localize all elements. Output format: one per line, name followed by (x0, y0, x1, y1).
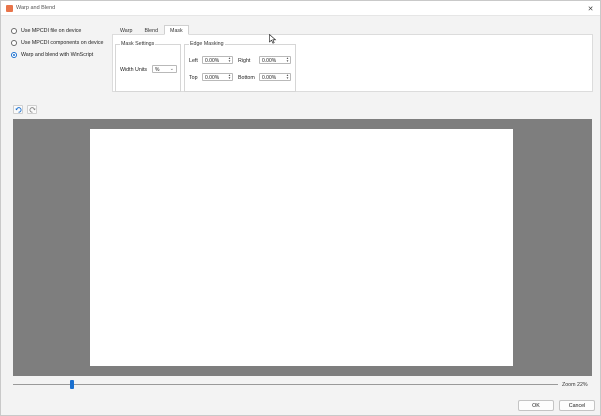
spin-arrows-icon[interactable]: ▲ ▼ (227, 74, 232, 80)
bottom-label: Bottom (238, 75, 255, 81)
ok-button[interactable]: OK (518, 400, 554, 411)
radio-button[interactable] (11, 40, 17, 46)
right-label: Right (238, 58, 251, 64)
width-units-value: % (155, 67, 160, 73)
cancel-button[interactable]: Cancel (559, 400, 595, 411)
spin-arrows-icon[interactable]: ▲ ▼ (227, 57, 232, 63)
spin-arrows-icon[interactable]: ▲ ▼ (285, 57, 290, 63)
app-icon (6, 5, 13, 12)
width-units-select[interactable]: % ⌄ (152, 65, 177, 73)
zoom-slider-thumb[interactable] (70, 380, 74, 389)
radio-button-selected[interactable] (11, 52, 17, 58)
redo-button[interactable] (27, 105, 37, 114)
radio-mpcdi-file[interactable]: Use MPCDI file on device (11, 28, 81, 34)
group-title: Mask Settings (120, 41, 156, 47)
radio-label: Warp and blend with WinScript (21, 52, 94, 58)
top-spinbox[interactable]: 0.00% ▲ ▼ (202, 73, 233, 81)
mouse-cursor-icon (269, 34, 277, 44)
left-value: 0.00% (205, 58, 220, 64)
left-spinbox[interactable]: 0.00% ▲ ▼ (202, 56, 233, 64)
redo-icon (28, 106, 36, 113)
radio-button[interactable] (11, 28, 17, 34)
undo-button[interactable] (13, 105, 23, 114)
window-title: Warp and Blend (16, 5, 56, 11)
right-value: 0.00% (262, 58, 277, 64)
spin-arrows-icon[interactable]: ▲ ▼ (285, 74, 290, 80)
projection-canvas[interactable] (90, 129, 513, 366)
tab-mask[interactable]: Mask (164, 25, 189, 35)
width-units-label: Width Units (120, 67, 148, 73)
warp-blend-dialog: Warp and Blend ✕ Use MPCDI file on devic… (0, 0, 601, 416)
title-bar: Warp and Blend ✕ (1, 1, 600, 16)
radio-label: Use MPCDI file on device (21, 28, 82, 34)
mask-tab-panel: Mask Settings Width Units % ⌄ Edge Maski… (112, 34, 593, 92)
mask-settings-group: Mask Settings Width Units % ⌄ (115, 41, 181, 92)
zoom-label: Zoom (562, 382, 576, 388)
right-spinbox[interactable]: 0.00% ▲ ▼ (259, 56, 291, 64)
zoom-readout: Zoom 22% (562, 382, 588, 388)
undo-icon (14, 106, 22, 113)
left-label: Left (189, 58, 198, 64)
top-value: 0.00% (205, 75, 220, 81)
zoom-value: 22% (577, 382, 588, 388)
chevron-down-icon: ⌄ (169, 66, 174, 72)
preview-area[interactable] (13, 119, 592, 376)
edge-masking-group: Edge Masking Left 0.00% ▲ ▼ Right 0.00% ▲… (184, 41, 296, 92)
group-title: Edge Masking (189, 41, 225, 47)
radio-winscript[interactable]: Warp and blend with WinScript (11, 52, 93, 58)
radio-mpcdi-components[interactable]: Use MPCDI components on device (11, 40, 103, 46)
close-button[interactable]: ✕ (585, 3, 596, 14)
bottom-spinbox[interactable]: 0.00% ▲ ▼ (259, 73, 291, 81)
bottom-value: 0.00% (262, 75, 277, 81)
top-label: Top (189, 75, 198, 81)
zoom-slider-track[interactable] (13, 384, 558, 385)
radio-label: Use MPCDI components on device (21, 40, 104, 46)
close-icon: ✕ (587, 5, 594, 13)
